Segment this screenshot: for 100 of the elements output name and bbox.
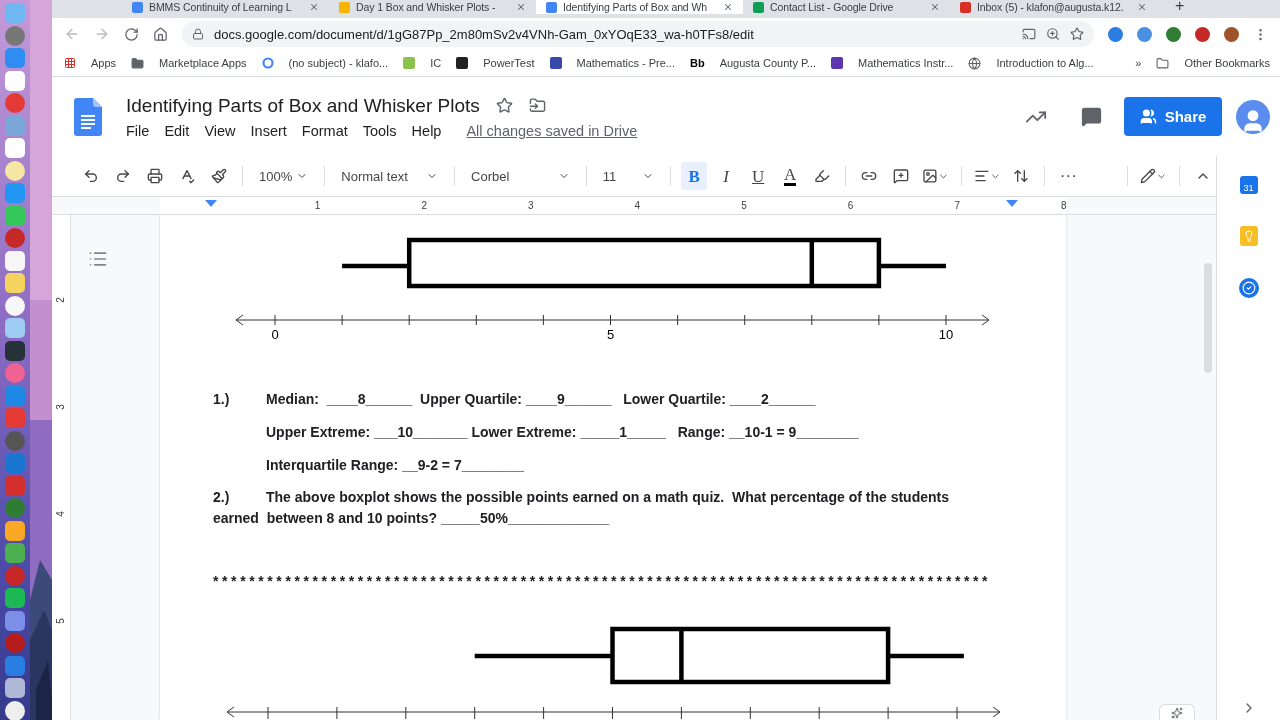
image-icon: [922, 168, 938, 184]
question-number: 1.): [213, 390, 231, 407]
indent-marker[interactable]: [1006, 200, 1018, 207]
undo-icon: [83, 168, 99, 184]
comment-icon[interactable]: [1081, 106, 1102, 127]
axis-label: 5: [606, 327, 615, 342]
dock-app-icon[interactable]: [5, 678, 25, 698]
zoom-dropdown[interactable]: 100%: [253, 162, 315, 190]
redo-icon: [115, 168, 131, 184]
dock-app-icon[interactable]: [5, 295, 25, 316]
bookmark-link[interactable]: Mathematics Instr...: [858, 57, 954, 69]
ruler-number: 4: [634, 200, 641, 211]
ruler-number: 3: [528, 200, 534, 211]
highlighter-icon: [814, 168, 831, 184]
close-icon[interactable]: [930, 2, 940, 12]
menu-item[interactable]: Insert: [250, 122, 287, 139]
style-dropdown[interactable]: Normal text: [335, 162, 445, 190]
line-spacing-icon: [1013, 168, 1030, 184]
axis-label: 10: [938, 327, 954, 342]
bookmark-link[interactable]: Marketplace Apps: [159, 57, 247, 69]
ruler-number: 6: [847, 200, 854, 211]
printer-icon: [147, 168, 163, 184]
color-button[interactable]: A: [777, 162, 804, 190]
more-button[interactable]: ···: [1055, 162, 1082, 190]
ruler-number: 2: [421, 200, 427, 211]
ruler-number: 7: [954, 200, 960, 211]
browser-tab[interactable]: Contact List - Google Drive: [743, 0, 950, 14]
dock-app-icon[interactable]: [5, 700, 25, 720]
browser-tab[interactable]: Identifying Parts of Box and Wh: [536, 0, 743, 14]
answer-line: Upper Extreme: ___10_______ Lower Extreme: _____1_____ Range: __10-1 = 9________: [266, 423, 859, 440]
reload-icon[interactable]: [124, 26, 139, 42]
question-text: 2.) The above boxplot shows the possible points earned on a math quiz. What percentage of the students earned between 8 and 10 points? _____50%_____________: [213, 488, 950, 528]
axis-label: 0: [271, 327, 279, 342]
bookmark-link[interactable]: Other Bookmarks: [1184, 57, 1270, 69]
menu-item[interactable]: View: [204, 122, 236, 139]
close-icon[interactable]: [309, 2, 319, 12]
browser-tab[interactable]: Inbox (5) - klafon@augusta.k12.: [950, 0, 1157, 14]
indent-marker[interactable]: [205, 200, 217, 207]
save-status-link[interactable]: All changes saved in Drive: [466, 122, 638, 139]
ruler-number: 8: [1060, 200, 1067, 211]
account-avatar[interactable]: [1236, 99, 1270, 134]
apps-grid-icon: [64, 57, 76, 69]
font-dropdown[interactable]: Corbel: [465, 162, 576, 190]
bold-button[interactable]: B: [681, 162, 708, 190]
bookmark-link[interactable]: Introduction to Alg...: [996, 57, 1094, 69]
extension-icon[interactable]: [1166, 26, 1181, 42]
globe-icon: [968, 56, 982, 70]
bookmark-link[interactable]: Mathematics - Pre...: [576, 57, 675, 69]
ruler-number: 5: [741, 200, 747, 211]
star-icon[interactable]: [1070, 27, 1084, 41]
move-folder-icon[interactable]: [528, 97, 546, 114]
cast-icon[interactable]: [1022, 27, 1036, 41]
bookmark-link[interactable]: PowerTest: [483, 57, 535, 69]
bookmark-link[interactable]: Augusta County P...: [719, 57, 817, 69]
menu-item[interactable]: File: [126, 122, 150, 139]
zoom-icon[interactable]: [1046, 27, 1060, 41]
bookmark-link[interactable]: IC: [430, 57, 442, 69]
outline-icon[interactable]: [88, 249, 108, 269]
browser-tab[interactable]: BMMS Continuity of Learning L: [122, 0, 329, 14]
folder-icon: [1156, 56, 1170, 70]
extension-icon[interactable]: [1195, 26, 1210, 42]
new-tab-button[interactable]: +: [1171, 0, 1189, 12]
spellcheck-icon: [179, 168, 195, 184]
bookmark-link[interactable]: Apps: [91, 57, 117, 69]
pencil-icon: [1140, 168, 1157, 184]
docs-logo-icon: [74, 97, 102, 136]
browser-tab[interactable]: Day 1 Box and Whisker Plots -: [329, 0, 536, 14]
menu-item[interactable]: Help: [411, 122, 442, 139]
sparkle-icon: [1171, 706, 1183, 719]
lock-icon: [192, 28, 204, 40]
profile-avatar[interactable]: [1224, 26, 1239, 42]
address-bar[interactable]: docs.google.com/document/d/1gG87Pp_2m80mSv2v4VNh-Gam_0xYOqE33_wa-h0TFs8/edit: [182, 21, 1094, 47]
font-size-dropdown[interactable]: 11: [596, 162, 661, 190]
ruler-number: 5: [55, 618, 67, 624]
calendar-icon[interactable]: 31: [1239, 176, 1258, 194]
back-icon[interactable]: [64, 26, 80, 42]
menu-item[interactable]: Format: [301, 122, 348, 139]
extension-icon[interactable]: [1108, 26, 1123, 42]
explore-button[interactable]: [1159, 704, 1195, 720]
answer-line: Interquartile Range: __9-2 = 7________: [266, 456, 524, 473]
google-icon: [261, 57, 274, 69]
scrollbar-thumb[interactable]: [1204, 263, 1212, 373]
extension-icon[interactable]: [1137, 26, 1152, 42]
document-title[interactable]: Identifying Parts of Box and Whisker Plots: [126, 94, 480, 117]
star-icon[interactable]: [495, 97, 513, 114]
menu-item[interactable]: Tools: [362, 122, 397, 139]
ruler-number: 3: [55, 404, 67, 410]
folder-icon: [131, 56, 145, 70]
italic-button[interactable]: I: [713, 162, 740, 190]
home-icon[interactable]: [153, 26, 168, 42]
tasks-icon[interactable]: [1238, 278, 1259, 298]
close-icon[interactable]: [1137, 2, 1147, 12]
menu-item[interactable]: Edit: [164, 122, 190, 139]
bookmarks-overflow[interactable]: »: [1135, 57, 1142, 69]
underline-button[interactable]: U: [745, 162, 772, 190]
bookmark-link[interactable]: (no subject) - klafo...: [288, 57, 389, 69]
forward-icon[interactable]: [94, 26, 110, 42]
share-button[interactable]: Share: [1124, 97, 1222, 136]
close-icon[interactable]: [516, 2, 526, 12]
close-icon[interactable]: [723, 2, 733, 12]
